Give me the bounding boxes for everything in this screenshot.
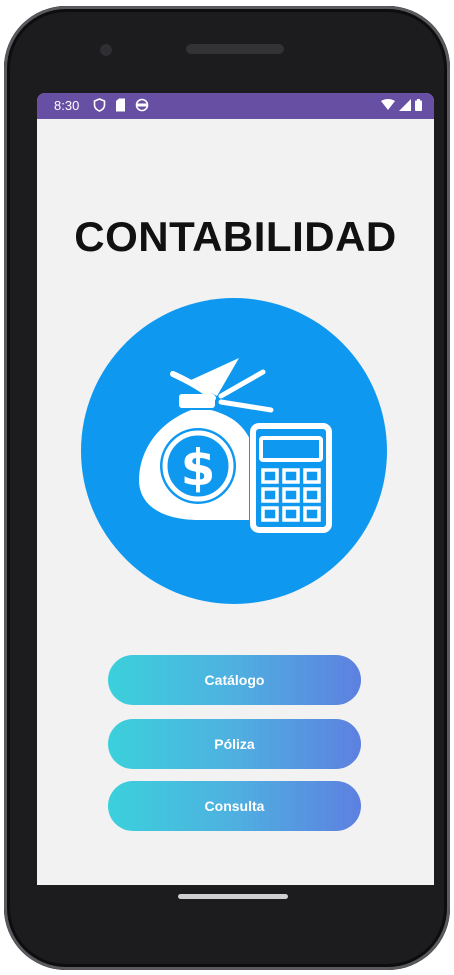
phone-frame: 8:30 CONTABILIDAD $ Catálogo Póliza Cons… — [4, 6, 450, 970]
svg-text:$: $ — [181, 439, 216, 497]
signal-icon — [399, 99, 411, 111]
catalogo-button[interactable]: Catálogo — [108, 655, 361, 705]
earpiece-speaker — [186, 44, 284, 54]
status-bar: 8:30 — [37, 93, 434, 119]
shield-icon — [93, 98, 106, 112]
battery-icon — [415, 99, 422, 111]
sync-icon — [135, 98, 149, 112]
status-time: 8:30 — [54, 98, 80, 113]
money-bag-calculator-icon: $ — [139, 358, 333, 534]
front-camera — [100, 44, 112, 56]
status-notification-icons — [93, 98, 149, 112]
page-title: CONTABILIDAD — [74, 213, 397, 260]
sim-card-icon — [116, 98, 125, 112]
home-gesture-bar[interactable] — [178, 894, 288, 899]
consulta-button[interactable]: Consulta — [108, 781, 361, 831]
status-system-icons — [381, 99, 422, 111]
accounting-logo: $ — [81, 298, 387, 604]
app-screen: 8:30 CONTABILIDAD $ Catálogo Póliza Cons… — [37, 93, 434, 885]
wifi-icon — [381, 99, 395, 110]
poliza-button[interactable]: Póliza — [108, 719, 361, 769]
